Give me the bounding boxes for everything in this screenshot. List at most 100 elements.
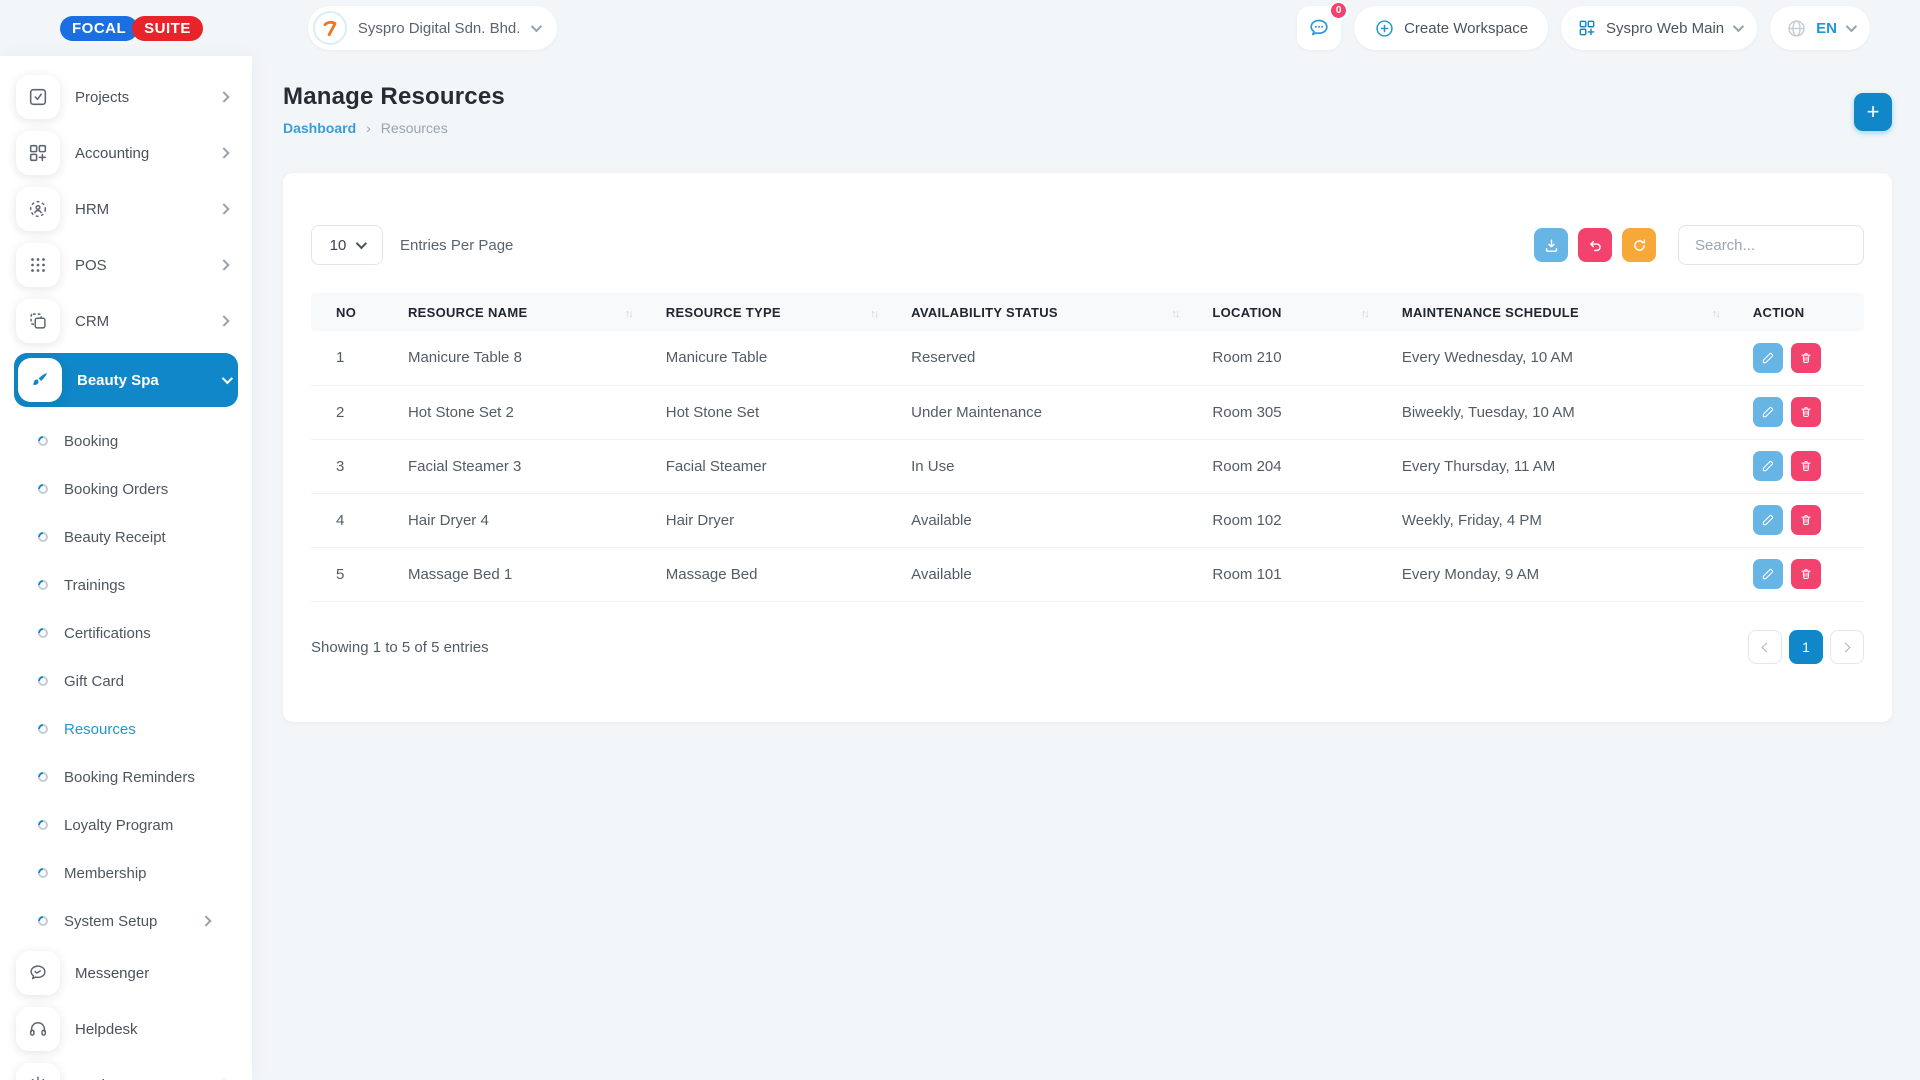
refresh-button[interactable] xyxy=(1622,228,1656,262)
delete-button[interactable] xyxy=(1791,397,1821,427)
sidebar-item-gift-card[interactable]: Gift Card xyxy=(38,661,236,701)
next-page-button[interactable] xyxy=(1830,630,1864,664)
column-header-availability-status[interactable]: AVAILABILITY STATUS↑↓ xyxy=(901,293,1202,331)
cell-resource-name: Manicure Table 8 xyxy=(398,331,656,385)
chevron-right-icon xyxy=(218,315,229,326)
sidebar-item-accounting[interactable]: Accounting xyxy=(16,129,236,177)
sidebar-item-beauty-receipt[interactable]: Beauty Receipt xyxy=(38,517,236,557)
sidebar-item-label: HRM xyxy=(75,201,220,218)
column-header-resource-name[interactable]: RESOURCE NAME↑↓ xyxy=(398,293,656,331)
sidebar-item-trainings[interactable]: Trainings xyxy=(38,565,236,605)
pagination: 1 xyxy=(1748,630,1864,664)
edit-button[interactable] xyxy=(1753,343,1783,373)
sidebar-item-label: Helpdesk xyxy=(75,1021,236,1038)
sidebar-item-beauty-spa[interactable]: Beauty Spa xyxy=(14,353,238,407)
cell-maintenance-schedule: Every Monday, 9 AM xyxy=(1392,547,1743,601)
undo-button[interactable] xyxy=(1578,228,1612,262)
delete-button[interactable] xyxy=(1791,559,1821,589)
edit-button[interactable] xyxy=(1753,451,1783,481)
page-number-button[interactable]: 1 xyxy=(1789,630,1823,664)
sidebar-item-resources[interactable]: Resources xyxy=(38,709,236,749)
column-header-location[interactable]: LOCATION↑↓ xyxy=(1202,293,1391,331)
resources-card: 10 Entries Per Page NO xyxy=(283,173,1892,722)
app-logo: FOCAL SUITE xyxy=(60,16,203,41)
plus-circle-icon xyxy=(1374,18,1395,39)
sidebar-item-settings[interactable]: Settings xyxy=(16,1061,236,1080)
download-icon xyxy=(1543,237,1560,254)
column-header-maintenance-schedule[interactable]: MAINTENANCE SCHEDULE↑↓ xyxy=(1392,293,1743,331)
edit-button[interactable] xyxy=(1753,505,1783,535)
bullet-icon xyxy=(36,914,50,928)
breadcrumb-dashboard-link[interactable]: Dashboard xyxy=(283,120,356,136)
sidebar-item-hrm[interactable]: HRM xyxy=(16,185,236,233)
sidebar-item-booking-reminders[interactable]: Booking Reminders xyxy=(38,757,236,797)
accounting-icon xyxy=(16,131,60,175)
delete-button[interactable] xyxy=(1791,451,1821,481)
export-button[interactable] xyxy=(1534,228,1568,262)
sidebar-item-loyalty-program[interactable]: Loyalty Program xyxy=(38,805,236,845)
sidebar-item-projects[interactable]: Projects xyxy=(16,73,236,121)
beauty-spa-submenu: Booking Booking Orders Beauty Receipt Tr… xyxy=(0,421,252,941)
cell-no: 2 xyxy=(311,385,398,439)
bullet-icon xyxy=(36,578,50,592)
edit-button[interactable] xyxy=(1753,397,1783,427)
pencil-icon xyxy=(1761,513,1775,527)
add-resource-button[interactable]: + xyxy=(1854,93,1892,131)
sidebar-item-booking-orders[interactable]: Booking Orders xyxy=(38,469,236,509)
bullet-icon xyxy=(36,674,50,688)
page-title: Manage Resources xyxy=(283,83,505,111)
grid-plus-icon xyxy=(1577,18,1597,38)
chevron-down-icon xyxy=(1846,21,1857,32)
chevron-down-icon xyxy=(1733,21,1744,32)
breadcrumb: Dashboard › Resources xyxy=(283,120,505,136)
previous-page-button[interactable] xyxy=(1748,630,1782,664)
cell-location: Room 210 xyxy=(1202,331,1391,385)
gear-icon xyxy=(16,1063,60,1080)
bullet-icon xyxy=(36,818,50,832)
edit-button[interactable] xyxy=(1753,559,1783,589)
sidebar-item-membership[interactable]: Membership xyxy=(38,853,236,893)
sort-icon: ↑↓ xyxy=(1712,308,1733,320)
sidebar-item-label: Accounting xyxy=(75,145,220,162)
column-header-resource-type[interactable]: RESOURCE TYPE↑↓ xyxy=(656,293,901,331)
bullet-icon xyxy=(36,530,50,544)
sidebar-item-crm[interactable]: CRM xyxy=(16,297,236,345)
search-input[interactable] xyxy=(1678,225,1864,265)
language-selector[interactable]: EN xyxy=(1770,6,1870,50)
bullet-icon xyxy=(36,626,50,640)
table-row: 5 Massage Bed 1 Massage Bed Available Ro… xyxy=(311,547,1864,601)
create-workspace-button[interactable]: Create Workspace xyxy=(1354,6,1548,50)
entries-per-page-select[interactable]: 10 xyxy=(311,225,383,265)
sidebar-item-certifications[interactable]: Certifications xyxy=(38,613,236,653)
language-code: EN xyxy=(1816,20,1837,37)
app-selector[interactable]: Syspro Web Main xyxy=(1561,6,1757,50)
delete-button[interactable] xyxy=(1791,343,1821,373)
cell-action xyxy=(1743,331,1864,385)
bullet-icon xyxy=(36,722,50,736)
projects-icon xyxy=(16,75,60,119)
sidebar-item-label: Beauty Spa xyxy=(77,372,222,389)
cell-no: 1 xyxy=(311,331,398,385)
sidebar-item-booking[interactable]: Booking xyxy=(38,421,236,461)
crm-icon xyxy=(16,299,60,343)
sidebar-item-pos[interactable]: POS xyxy=(16,241,236,289)
column-header-action: ACTION xyxy=(1743,293,1864,331)
delete-button[interactable] xyxy=(1791,505,1821,535)
trash-icon xyxy=(1799,567,1813,581)
cell-maintenance-schedule: Every Wednesday, 10 AM xyxy=(1392,331,1743,385)
cell-resource-name: Hair Dryer 4 xyxy=(398,493,656,547)
cell-location: Room 102 xyxy=(1202,493,1391,547)
hrm-icon xyxy=(16,187,60,231)
table-row: 1 Manicure Table 8 Manicure Table Reserv… xyxy=(311,331,1864,385)
sidebar-item-helpdesk[interactable]: Helpdesk xyxy=(16,1005,236,1053)
cell-resource-name: Massage Bed 1 xyxy=(398,547,656,601)
table-row: 4 Hair Dryer 4 Hair Dryer Available Room… xyxy=(311,493,1864,547)
sort-icon: ↑↓ xyxy=(1361,308,1382,320)
workspace-selector[interactable]: Syspro Digital Sdn. Bhd. xyxy=(308,6,558,50)
sidebar-item-label: Projects xyxy=(75,89,220,106)
sidebar-item-messenger[interactable]: Messenger xyxy=(16,949,236,997)
cell-resource-type: Manicure Table xyxy=(656,331,901,385)
messages-button[interactable]: 0 xyxy=(1297,6,1341,50)
sidebar-item-system-setup[interactable]: System Setup xyxy=(38,901,236,941)
sort-icon: ↑↓ xyxy=(1171,308,1192,320)
